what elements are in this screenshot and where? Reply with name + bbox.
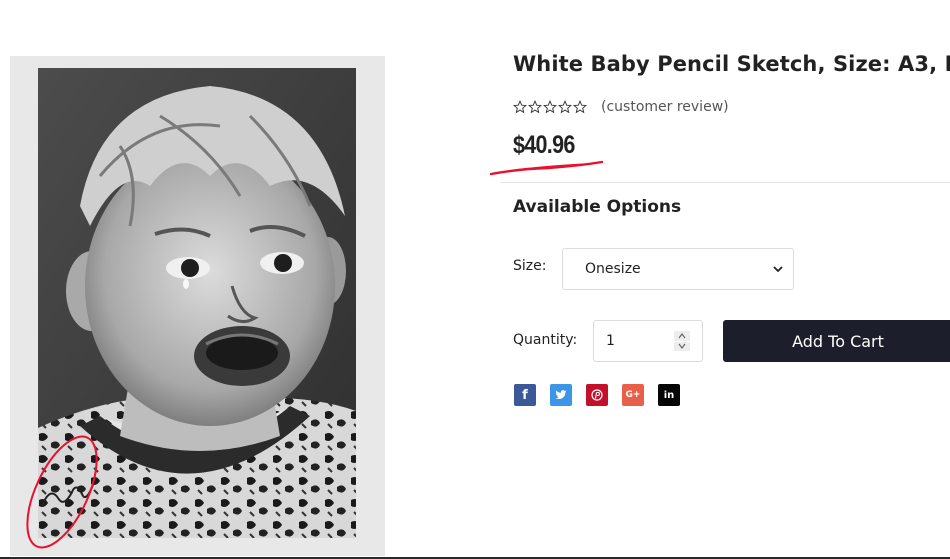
facebook-icon: f xyxy=(522,387,528,403)
stepper-down-icon[interactable] xyxy=(674,341,690,351)
section-divider xyxy=(500,182,950,183)
star-empty-icon xyxy=(528,100,542,114)
twitter-icon xyxy=(555,390,567,400)
quantity-stepper[interactable] xyxy=(674,331,690,351)
quantity-value: 1 xyxy=(606,333,615,349)
quantity-label: Quantity: xyxy=(513,332,578,348)
quantity-input[interactable]: 1 xyxy=(593,320,703,362)
available-options-heading: Available Options xyxy=(513,197,682,217)
stepper-up-icon[interactable] xyxy=(674,331,690,341)
facebook-share-button[interactable]: f xyxy=(514,384,536,406)
linkedin-icon: in xyxy=(663,389,675,401)
rating: (customer review) xyxy=(513,99,729,115)
google-plus-share-button[interactable]: G+ xyxy=(622,384,644,406)
google-plus-icon: G+ xyxy=(625,390,641,400)
pencil-sketch-image xyxy=(10,56,385,556)
rating-stars xyxy=(513,100,587,114)
customer-review-link[interactable]: (customer review) xyxy=(601,99,729,115)
size-select-value: Onesize xyxy=(585,261,641,277)
star-empty-icon xyxy=(558,100,572,114)
size-label: Size: xyxy=(513,258,547,274)
star-empty-icon xyxy=(573,100,587,114)
add-to-cart-button[interactable]: Add To Cart xyxy=(723,320,950,362)
social-share-bar: f G+ in xyxy=(514,384,680,406)
size-select[interactable]: Onesize xyxy=(562,248,794,290)
twitter-share-button[interactable] xyxy=(550,384,572,406)
product-title: White Baby Pencil Sketch, Size: A3, Rs xyxy=(513,52,950,76)
pinterest-icon xyxy=(591,389,603,401)
star-empty-icon xyxy=(543,100,557,114)
linkedin-share-button[interactable]: in xyxy=(658,384,680,406)
pinterest-share-button[interactable] xyxy=(586,384,608,406)
price-underline-mark xyxy=(489,160,604,176)
star-empty-icon xyxy=(513,100,527,114)
chevron-down-icon xyxy=(773,266,783,273)
product-image[interactable] xyxy=(10,56,385,556)
